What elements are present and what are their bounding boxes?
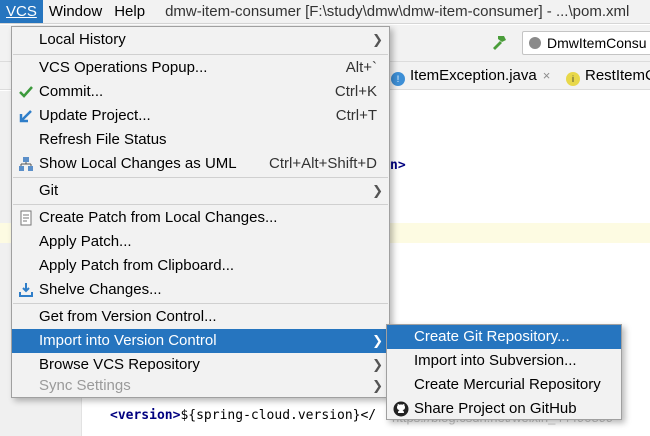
shortcut-label: Ctrl+K [334,83,377,100]
menu-item-commit[interactable]: Commit... Ctrl+K [12,80,389,104]
menu-item-import-into-vc[interactable]: Import into Version Control ❯ [12,329,389,353]
checkmark-icon [18,84,34,100]
menu-item-import-subversion[interactable]: Import into Subversion... [387,349,621,373]
menu-separator [13,204,388,205]
menu-item-shelve-changes[interactable]: Shelve Changes... [12,278,389,302]
menu-item-label: VCS Operations Popup... [39,59,208,76]
menu-item-label: Shelve Changes... [39,281,162,298]
menu-vcs[interactable]: VCS [0,0,43,23]
java-class-icon: i [566,72,580,86]
menu-vcs-label: VCS [6,2,37,20]
menu-window-label: Window [48,2,103,20]
menu-help[interactable]: Help [108,0,151,23]
menu-item-label: Import into Version Control [39,332,217,349]
patch-icon [18,210,34,226]
menu-item-label: Update Project... [39,107,151,124]
menu-item-label: Create Git Repository... [414,328,570,345]
chevron-right-icon: ❯ [372,32,383,47]
vcs-menu: Local History ❯ VCS Operations Popup... … [11,26,390,398]
menu-bar: VCS Window Help dmw-item-consumer [F:\st… [0,0,650,24]
menu-item-refresh-file-status[interactable]: Refresh File Status [12,128,389,152]
chevron-right-icon: ❯ [372,378,383,393]
menu-separator [13,303,388,304]
menu-separator [13,177,388,178]
import-into-vc-submenu: Create Git Repository... Import into Sub… [386,324,622,420]
menu-item-create-git-repo[interactable]: Create Git Repository... [387,325,621,349]
menu-item-vcs-operations-popup[interactable]: VCS Operations Popup... Alt+` [12,56,389,80]
menu-item-label: Share Project on GitHub [414,400,577,417]
update-arrow-icon [18,108,34,124]
github-icon [393,401,409,417]
menu-item-local-history[interactable]: Local History ❯ [12,28,389,52]
menu-item-get-from-vc[interactable]: Get from Version Control... [12,305,389,329]
close-icon[interactable]: × [543,68,551,83]
tab-item-exception[interactable]: ! ItemException.java × [391,62,550,90]
code-value: ${spring-cloud.version}</ [180,408,377,423]
menu-item-label: Sync Settings [39,377,131,394]
menu-item-label: Get from Version Control... [39,308,217,325]
menu-item-label: Git [39,182,59,199]
menu-item-create-patch[interactable]: Create Patch from Local Changes... [12,206,389,230]
window-title: dmw-item-consumer [F:\study\dmw\dmw-item… [165,3,630,20]
tab-rest-item[interactable]: i RestItemC [566,62,650,90]
menu-item-label: Local History [39,31,126,48]
chevron-right-icon: ❯ [372,183,383,198]
menu-item-update-project[interactable]: Update Project... Ctrl+T [12,104,389,128]
code-fragment: n> [390,158,406,173]
hammer-icon[interactable] [490,33,508,56]
shelve-icon [18,282,34,298]
menu-item-share-github[interactable]: Share Project on GitHub [387,397,621,421]
menu-item-label: Apply Patch... [39,233,132,250]
menu-item-label: Apply Patch from Clipboard... [39,257,235,274]
run-config-label: DmwItemConsu [547,35,647,51]
menu-item-label: Create Mercurial Repository [414,376,601,393]
menu-item-apply-patch-clipboard[interactable]: Apply Patch from Clipboard... [12,254,389,278]
menu-item-label: Commit... [39,83,104,100]
menu-separator [13,54,388,55]
menu-item-label: Import into Subversion... [414,352,577,369]
tab-rest-item-label: RestItemC [585,67,650,84]
shortcut-label: Ctrl+Alt+Shift+D [269,155,377,172]
chevron-right-icon: ❯ [372,333,383,348]
menu-item-label: Refresh File Status [39,131,167,148]
java-exception-icon: ! [391,72,405,86]
menu-item-apply-patch[interactable]: Apply Patch... [12,230,389,254]
menu-item-create-mercurial-repo[interactable]: Create Mercurial Repository [387,373,621,397]
run-config-icon [529,37,541,49]
menu-item-show-local-changes-uml[interactable]: Show Local Changes as UML Ctrl+Alt+Shift… [12,152,389,176]
menu-item-label: Create Patch from Local Changes... [39,209,278,226]
code-line-version: <version>${spring-cloud.version}</ [110,408,376,423]
tab-item-exception-label: ItemException.java [410,67,537,84]
uml-diagram-icon [18,156,34,172]
shortcut-label: Alt+` [345,59,377,76]
menu-item-git[interactable]: Git ❯ [12,179,389,203]
menu-item-sync-settings: Sync Settings ❯ [12,374,389,398]
shortcut-label: Ctrl+T [335,107,377,124]
menu-item-label: Show Local Changes as UML [39,155,237,172]
menu-help-label: Help [114,2,146,20]
menu-window[interactable]: Window [43,0,108,23]
code-tag: <version> [110,408,181,423]
run-configuration-select[interactable]: DmwItemConsu [522,31,650,55]
